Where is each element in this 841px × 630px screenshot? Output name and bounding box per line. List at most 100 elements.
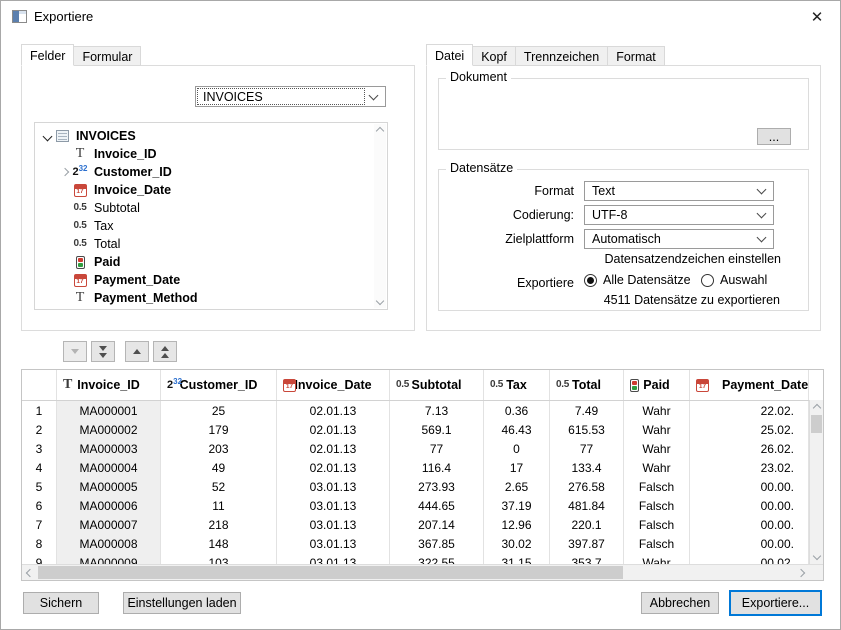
vertical-scrollbar[interactable]: [809, 400, 823, 564]
dialog-title: Exportiere: [34, 9, 93, 24]
cancel-button[interactable]: Abbrechen: [641, 592, 719, 614]
table-cell: 03.01.13: [277, 477, 390, 496]
export-button[interactable]: Exportiere...: [729, 590, 822, 616]
column-header-tax[interactable]: 0.5Tax: [484, 370, 550, 400]
format-select[interactable]: Text: [584, 181, 774, 201]
table-cell: Wahr: [624, 439, 690, 458]
encoding-select[interactable]: UTF-8: [584, 205, 774, 225]
column-header-payment_date[interactable]: 17Payment_Date: [690, 370, 809, 400]
tree-item-total[interactable]: 0.5Total: [35, 235, 387, 253]
table-row[interactable]: 8MA00000814803.01.13367.8530.02397.87Fal…: [22, 534, 823, 553]
scroll-down-icon[interactable]: [813, 552, 821, 560]
scroll-right-icon[interactable]: [797, 569, 805, 577]
tree-item-invoice_id[interactable]: TInvoice_ID: [35, 145, 387, 163]
document-group: Dokument ...: [438, 78, 809, 150]
number-type-icon: 0.5: [71, 239, 89, 249]
table-cell: Falsch: [624, 496, 690, 515]
tree-item-label: INVOICES: [76, 129, 136, 143]
table-cell: 17: [484, 458, 550, 477]
table-cell: 03.01.13: [277, 534, 390, 553]
column-header-paid[interactable]: Paid: [624, 370, 690, 400]
platform-select[interactable]: Automatisch: [584, 229, 774, 249]
table-cell: 367.85: [390, 534, 484, 553]
close-icon[interactable]: ✕: [804, 5, 830, 29]
column-header-invoice_date[interactable]: 17Invoice_Date: [277, 370, 390, 400]
export-table-value: INVOICES: [203, 90, 263, 104]
table-cell: 148: [161, 534, 277, 553]
tree-item-payment_method[interactable]: TPayment_Method: [35, 289, 387, 307]
table-row[interactable]: 6MA0000061103.01.13444.6537.19481.84Fals…: [22, 496, 823, 515]
radio-all-records[interactable]: Alle Datensätze: [584, 273, 691, 287]
records-group-title: Datensätze: [446, 161, 517, 175]
boolean-type-icon: [630, 379, 639, 392]
table-cell: 179: [161, 420, 277, 439]
tree-item-subtotal[interactable]: 0.5Subtotal: [35, 199, 387, 217]
scroll-left-icon[interactable]: [26, 569, 34, 577]
scroll-up-icon[interactable]: [376, 127, 384, 135]
chevron-up-icon: [133, 349, 141, 354]
tab-format[interactable]: Format: [607, 46, 665, 66]
table-cell: Wahr: [624, 401, 690, 420]
table-cell: 22.02.: [690, 401, 809, 420]
table-row[interactable]: 1MA0000012502.01.137.130.367.49Wahr22.02…: [22, 401, 823, 420]
double-chevron-up-icon: [161, 346, 169, 351]
boolean-type-icon: [71, 256, 89, 269]
tree-item-tax[interactable]: 0.5Tax: [35, 217, 387, 235]
tab-formular[interactable]: Formular: [73, 46, 141, 66]
table-cell: 00.00.: [690, 534, 809, 553]
row-number-cell: 1: [22, 401, 57, 420]
table-cell: MA000005: [57, 477, 161, 496]
table-row[interactable]: 5MA0000055203.01.13273.932.65276.58Falsc…: [22, 477, 823, 496]
table-row[interactable]: 3MA00000320302.01.1377077Wahr26.02.: [22, 439, 823, 458]
vertical-scrollbar-thumb[interactable]: [811, 415, 822, 433]
move-up-button[interactable]: [125, 341, 149, 362]
move-down-button[interactable]: [63, 341, 87, 362]
line-ending-link[interactable]: Datensatzendzeichen einstellen: [438, 252, 781, 266]
tab-felder[interactable]: Felder: [21, 44, 74, 66]
chevron-down-icon: [757, 233, 767, 243]
expander-right-icon[interactable]: [61, 168, 69, 176]
column-header-total[interactable]: 0.5Total: [550, 370, 624, 400]
radio-selection[interactable]: Auswahl: [701, 273, 767, 287]
load-settings-button[interactable]: Einstellungen laden: [123, 592, 241, 614]
app-window-icon: [12, 10, 27, 23]
table-cell: 397.87: [550, 534, 624, 553]
column-header-invoice_id[interactable]: TInvoice_ID: [57, 370, 161, 400]
tab-datei[interactable]: Datei: [426, 44, 473, 66]
date-type-icon: 17: [71, 274, 89, 287]
move-to-top-button[interactable]: [153, 341, 177, 362]
column-header-label: Paid: [643, 378, 669, 392]
tree-item-invoice_date[interactable]: 17Invoice_Date: [35, 181, 387, 199]
save-button[interactable]: Sichern: [23, 592, 99, 614]
tree-item-label: Payment_Method: [94, 291, 198, 305]
table-row[interactable]: 7MA00000721803.01.13207.1412.96220.1Fals…: [22, 515, 823, 534]
table-row[interactable]: 2MA00000217902.01.13569.146.43615.53Wahr…: [22, 420, 823, 439]
tab-kopf[interactable]: Kopf: [472, 46, 516, 66]
export-table-select[interactable]: INVOICES: [195, 86, 386, 107]
expander-down-icon[interactable]: [42, 131, 52, 141]
tree-item-invoices[interactable]: INVOICES: [35, 127, 387, 145]
horizontal-scrollbar-thumb[interactable]: [38, 566, 623, 579]
field-tree: INVOICES TInvoice_ID232Customer_ID17Invoi…: [34, 122, 388, 310]
tree-item-customer_id[interactable]: 232Customer_ID: [35, 163, 387, 181]
move-to-bottom-button[interactable]: [91, 341, 115, 362]
tree-item-payment_date[interactable]: 17Payment_Date: [35, 271, 387, 289]
tree-item-label: Tax: [94, 219, 113, 233]
table-cell: 444.65: [390, 496, 484, 515]
table-row[interactable]: 4MA0000044902.01.13116.417133.4Wahr23.02…: [22, 458, 823, 477]
column-header-subtotal[interactable]: 0.5Subtotal: [390, 370, 484, 400]
tree-scrollbar[interactable]: [374, 124, 386, 308]
column-header-customer_id[interactable]: 232Customer_ID: [161, 370, 277, 400]
scroll-down-icon[interactable]: [376, 297, 384, 305]
horizontal-scrollbar[interactable]: [22, 564, 823, 580]
table-cell: 11: [161, 496, 277, 515]
browse-button[interactable]: ...: [757, 128, 791, 145]
table-cell: MA000004: [57, 458, 161, 477]
table-cell: MA000007: [57, 515, 161, 534]
radio-dot-icon: [701, 274, 714, 287]
tab-trennzeichen[interactable]: Trennzeichen: [515, 46, 608, 66]
scroll-up-icon[interactable]: [813, 404, 821, 412]
tree-item-paid[interactable]: Paid: [35, 253, 387, 271]
document-group-title: Dokument: [446, 70, 511, 84]
integer-type-icon: 232: [71, 167, 89, 178]
